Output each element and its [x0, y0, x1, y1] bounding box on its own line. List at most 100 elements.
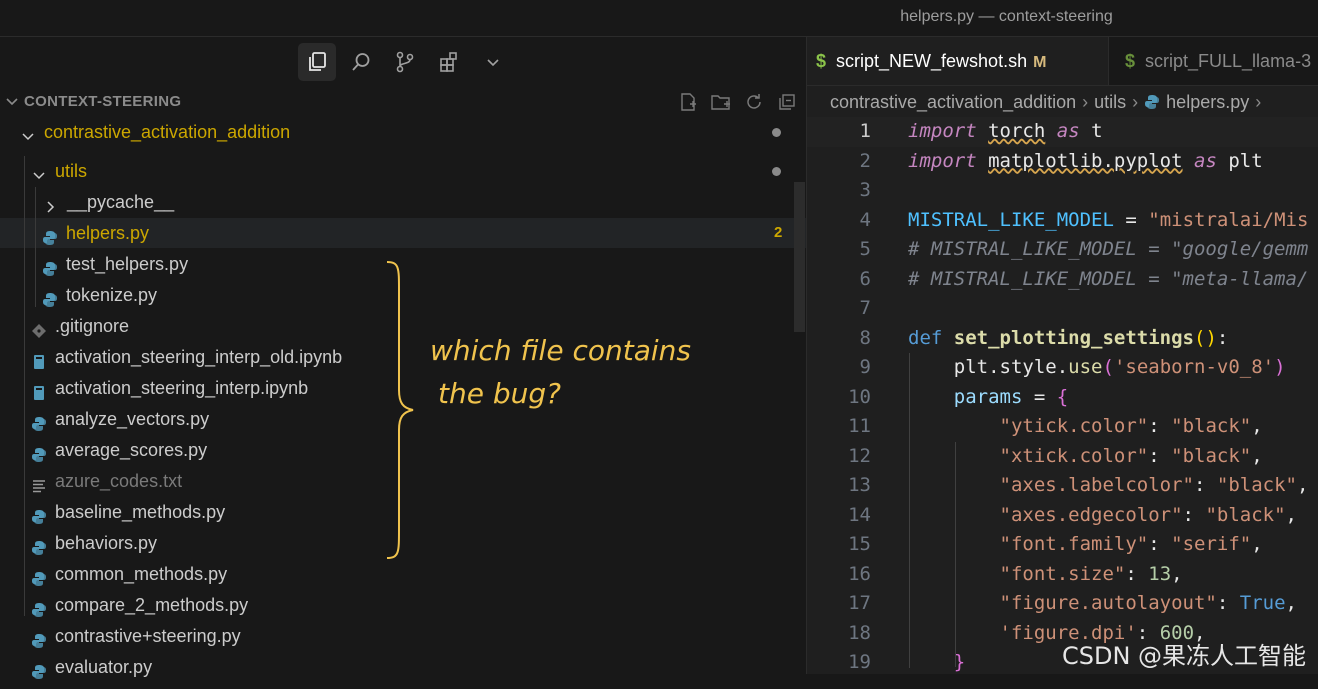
refresh-icon[interactable] [742, 90, 766, 114]
tree-item-label: __pycache__ [67, 192, 175, 212]
python-icon [42, 287, 58, 307]
code-text: plt.style.use('seaborn-v0_8') [953, 356, 1286, 378]
tree-item-label: activation_steering_interp_old.ipynb [55, 347, 343, 367]
code-indent-guide [955, 442, 956, 667]
breadcrumb-item[interactable]: contrastive_activation_addition [830, 92, 1076, 112]
activity-bar [298, 43, 512, 83]
code-line[interactable]: 8 def set_plotting_settings(): [807, 324, 1318, 354]
tree-item-label: analyze_vectors.py [55, 409, 210, 429]
tree-item-label: tokenize.py [66, 285, 158, 305]
tree-item-label: evaluator.py [55, 657, 153, 677]
python-icon [31, 659, 47, 679]
folder-item[interactable]: utils [0, 156, 806, 186]
code-text: "font.family": "serif", [999, 533, 1263, 555]
file-item[interactable]: helpers.py 2 [0, 218, 806, 248]
line-number: 9 [859, 356, 871, 378]
code-line[interactable]: 10 params = { [807, 383, 1318, 413]
code-line[interactable]: 2 import matplotlib.pyplot as plt [807, 147, 1318, 177]
code-line[interactable]: 13 "axes.labelcolor": "black", [807, 471, 1318, 501]
python-icon [1145, 95, 1160, 109]
code-line[interactable]: 4 MISTRAL_LIKE_MODEL = "mistralai/Mis [807, 206, 1318, 236]
line-number: 7 [859, 297, 871, 319]
breadcrumb-item[interactable]: utils [1094, 92, 1126, 112]
code-line[interactable]: 7 [807, 294, 1318, 324]
code-line[interactable]: 1 import torch as t [807, 117, 1318, 147]
shell-file-icon: $ [1125, 51, 1136, 71]
code-line[interactable]: 11 "ytick.color": "black", [807, 412, 1318, 442]
code-text: import torch as t [908, 120, 1103, 142]
tree-item-label: helpers.py [66, 223, 150, 243]
chevron-down-icon [31, 163, 47, 180]
editor-tabs: $ script_NEW_fewshot.sh M $ script_FULL_lla… [807, 37, 1318, 86]
chevron-down-icon[interactable] [5, 94, 19, 108]
python-icon [42, 256, 58, 276]
python-icon [31, 535, 47, 555]
code-text: } [953, 651, 966, 673]
code-line[interactable]: 15 "font.family": "serif", [807, 530, 1318, 560]
line-number: 16 [848, 562, 871, 585]
search-icon[interactable] [342, 43, 380, 81]
code-indent-guide [909, 353, 910, 668]
file-item[interactable]: evaluator.py [0, 652, 806, 682]
code-text: MISTRAL_LIKE_MODEL = "mistralai/Mis [908, 208, 1309, 231]
files-icon[interactable] [298, 43, 336, 81]
notebook-icon [31, 380, 47, 400]
tab-script-new-fewshot[interactable]: $ script_NEW_fewshot.sh M [807, 37, 1109, 85]
explorer-header[interactable]: CONTEXT-STEERING [0, 90, 806, 114]
tree-item-label: baseline_methods.py [55, 502, 226, 522]
sidebar: CONTEXT-STEERING contrastive_activation_… [0, 37, 807, 679]
line-number: 1 [859, 120, 871, 142]
editor: $ script_NEW_fewshot.sh M $ script_FULL_lla… [807, 37, 1318, 674]
code-line[interactable]: 3 [807, 176, 1318, 206]
source-control-icon[interactable] [386, 43, 424, 81]
code-line[interactable]: 9 plt.style.use('seaborn-v0_8') [807, 353, 1318, 383]
line-number: 3 [859, 179, 871, 201]
indent-guide [35, 187, 36, 307]
folder-item[interactable]: __pycache__ [0, 187, 806, 217]
code-text: "axes.labelcolor": "black", [999, 474, 1309, 496]
chevron-right-icon [43, 194, 59, 213]
code-text: params = { [953, 385, 1069, 408]
tree-item-label: contrastive+steering.py [55, 626, 241, 646]
annotation-line-2: the bug? [438, 377, 562, 410]
file-item[interactable]: compare_2_methods.py [0, 590, 806, 620]
line-number: 8 [859, 326, 871, 349]
extensions-icon[interactable] [430, 43, 468, 81]
python-icon [31, 504, 47, 524]
line-number: 11 [848, 415, 871, 437]
code-line[interactable]: 5 # MISTRAL_LIKE_MODEL = "google/gemm [807, 235, 1318, 265]
new-file-icon[interactable] [676, 90, 700, 114]
curly-brace-annotation [386, 261, 414, 559]
modified-dot [772, 167, 781, 176]
folder-item[interactable]: contrastive_activation_addition [0, 117, 806, 147]
line-number: 2 [859, 149, 871, 172]
tree-item-label: azure_codes.txt [55, 471, 183, 491]
line-number: 18 [848, 621, 871, 644]
code-line[interactable]: 17 "figure.autolayout": True, [807, 589, 1318, 619]
chevron-down-icon [20, 124, 36, 141]
sidebar-scrollbar[interactable] [794, 182, 805, 332]
collapse-all-icon[interactable] [775, 90, 799, 114]
line-number: 4 [859, 208, 871, 231]
chevron-down-icon[interactable] [474, 43, 512, 81]
breadcrumb-item[interactable]: helpers.py [1166, 92, 1249, 112]
code-text: def set_plotting_settings(): [908, 326, 1229, 349]
python-icon [42, 225, 58, 245]
code-line[interactable]: 12 "xtick.color": "black", [807, 442, 1318, 472]
code-text: # MISTRAL_LIKE_MODEL = "google/gemm [908, 238, 1309, 260]
code-line[interactable]: 16 "font.size": 13, [807, 560, 1318, 590]
tab-script-full-llama[interactable]: $ script_FULL_llama-3 [1125, 37, 1318, 85]
notebook-icon [31, 349, 47, 369]
code-line[interactable]: 14 "axes.edgecolor": "black", [807, 501, 1318, 531]
line-number: 15 [848, 533, 871, 555]
code-line[interactable]: 6 # MISTRAL_LIKE_MODEL = "meta-llama/ [807, 265, 1318, 295]
tree-item-label: average_scores.py [55, 440, 208, 460]
file-item[interactable]: common_methods.py [0, 559, 806, 589]
file-item[interactable]: contrastive+steering.py [0, 621, 806, 651]
new-folder-icon[interactable] [709, 90, 733, 114]
line-number: 12 [848, 444, 871, 467]
annotation-text: which file contains the bug? [430, 329, 730, 415]
line-number: 6 [859, 267, 871, 290]
tab-label: script_NEW_fewshot.sh [836, 51, 1028, 71]
tree-item-label: contrastive_activation_addition [44, 122, 291, 142]
